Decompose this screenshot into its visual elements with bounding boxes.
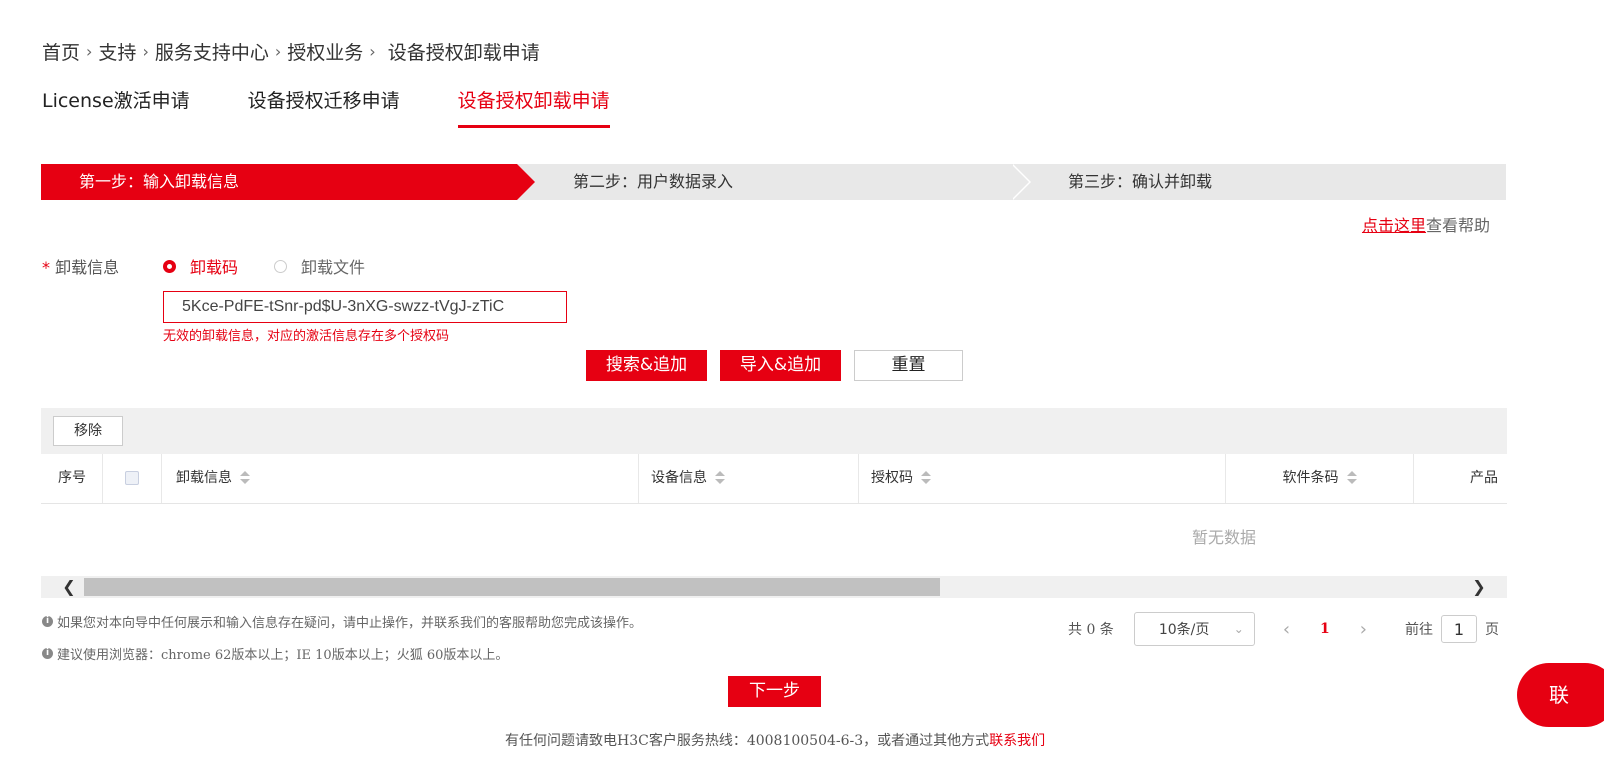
info-icon: i — [42, 616, 53, 627]
page-number-current[interactable]: 1 — [1320, 621, 1330, 637]
sort-icon[interactable] — [240, 471, 250, 485]
breadcrumb-support[interactable]: 支持 — [98, 38, 136, 65]
col-software-barcode-label: 软件条码 — [1282, 470, 1339, 486]
uninstall-info-label: * 卸载信息 — [42, 254, 119, 278]
scroll-left-icon[interactable]: ❮ — [55, 578, 83, 596]
page-size-select[interactable]: 10条/页 ⌄ — [1133, 612, 1255, 646]
floating-contact-button[interactable]: 联 — [1517, 663, 1604, 727]
radio-uninstall-file[interactable]: 卸载文件 — [274, 254, 365, 278]
uninstall-info-label-text: 卸载信息 — [55, 258, 120, 277]
col-license-code-label: 授权码 — [871, 470, 913, 486]
step-2-separator-inner — [1011, 164, 1029, 200]
import-add-button[interactable]: 导入&追加 — [720, 350, 841, 381]
tab-license-activation[interactable]: License激活申请 — [42, 86, 190, 128]
radio-unchecked-icon[interactable] — [274, 259, 288, 273]
horizontal-scrollbar[interactable]: ❮ ❯ — [41, 578, 1507, 596]
step-1-label: 第一步：输入卸载信息 — [79, 172, 240, 191]
select-all-checkbox[interactable] — [125, 471, 139, 485]
tab-bar: License激活申请 设备授权迁移申请 设备授权卸载申请 — [42, 86, 668, 128]
col-uninstall-info[interactable]: 卸载信息 — [162, 454, 639, 503]
sort-icon[interactable] — [1346, 471, 1357, 485]
breadcrumb-separator: › — [86, 42, 93, 61]
info-icon: i — [42, 648, 53, 659]
note-browser-requirement-text: 建议使用浏览器：chrome 62版本以上；IE 10版本以上；火狐 60版本以… — [57, 648, 509, 663]
page-size-value: 10条/页 — [1158, 622, 1210, 638]
col-license-code[interactable]: 授权码 — [859, 454, 1226, 503]
contact-us-link[interactable]: 联系我们 — [989, 733, 1045, 749]
help-suffix: 查看帮助 — [1425, 216, 1490, 235]
empty-data-text: 暂无数据 — [1192, 528, 1257, 547]
col-select-all — [103, 454, 162, 503]
scroll-right-icon[interactable]: ❯ — [1465, 578, 1493, 596]
breadcrumb-separator: › — [142, 42, 149, 61]
breadcrumb-home[interactable]: 首页 — [42, 38, 80, 65]
step-progress-bar: 第一步：输入卸载信息 第二步：用户数据录入 第三步：确认并卸载 — [41, 164, 1506, 200]
breadcrumb-license-business[interactable]: 授权业务 — [287, 38, 363, 65]
breadcrumb-service-center[interactable]: 服务支持中心 — [155, 38, 269, 65]
radio-uninstall-code-label: 卸载码 — [190, 258, 239, 277]
goto-page-input[interactable] — [1440, 615, 1477, 643]
total-count: 共 0 条 — [1068, 622, 1114, 638]
tab-license-migration[interactable]: 设备授权迁移申请 — [248, 86, 400, 128]
table-header: 序号 卸载信息 设备信息 授权码 软件条码 产品 — [41, 454, 1507, 504]
goto-suffix: 页 — [1484, 622, 1499, 638]
step-2-label: 第二步：用户数据录入 — [573, 172, 734, 191]
col-device-info[interactable]: 设备信息 — [639, 454, 859, 503]
col-index-label: 序号 — [58, 470, 86, 486]
uninstall-code-input[interactable] — [163, 291, 567, 323]
chevron-down-icon: ⌄ — [1233, 622, 1244, 636]
col-software-barcode[interactable]: 软件条码 — [1226, 454, 1414, 503]
table-body: 暂无数据 — [41, 504, 1507, 576]
col-index: 序号 — [41, 454, 103, 503]
col-device-info-label: 设备信息 — [651, 470, 707, 486]
col-product[interactable]: 产品 — [1414, 454, 1507, 503]
radio-uninstall-file-label: 卸载文件 — [301, 258, 366, 277]
footer-contact: 有任何问题请致电H3C客户服务热线：4008100504-6-3，或者通过其他方… — [505, 730, 1045, 750]
required-mark: * — [42, 258, 50, 277]
note-browser-requirement: i 建议使用浏览器：chrome 62版本以上；IE 10版本以上；火狐 60版… — [42, 644, 508, 663]
col-uninstall-info-label: 卸载信息 — [176, 470, 232, 486]
breadcrumb-current: 设备授权卸载申请 — [387, 42, 540, 64]
uninstall-table: 移除 序号 卸载信息 设备信息 授权码 软件条码 产品 暂无数据 ❮ ❯ — [41, 408, 1507, 598]
help-link[interactable]: 点击这里 — [1362, 216, 1426, 235]
radio-checked-icon[interactable] — [163, 259, 176, 273]
help-text: 点击这里查看帮助 — [1362, 212, 1490, 236]
step-1-arrow — [517, 164, 535, 200]
reset-button[interactable]: 重置 — [854, 350, 963, 381]
breadcrumb: 首页 › 支持 › 服务支持中心 › 授权业务 › 设备授权卸载申请 — [42, 38, 540, 65]
tab-license-uninstall[interactable]: 设备授权卸载申请 — [457, 86, 610, 128]
goto-prefix: 前往 — [1404, 622, 1433, 638]
sort-icon[interactable] — [921, 471, 931, 485]
footer-text: 有任何问题请致电H3C客户服务热线：4008100504-6-3，或者通过其他方… — [505, 733, 990, 749]
scrollbar-thumb[interactable] — [84, 578, 940, 596]
sort-icon[interactable] — [715, 471, 725, 485]
remove-button[interactable]: 移除 — [53, 416, 123, 446]
next-page-icon[interactable]: › — [1360, 619, 1367, 640]
search-add-button[interactable]: 搜索&追加 — [586, 350, 707, 381]
note-contact-support-text: 如果您对本向导中任何展示和输入信息存在疑问，请中止操作，并联系我们的客服帮助您完… — [57, 616, 643, 631]
prev-page-icon[interactable]: ‹ — [1283, 619, 1290, 640]
col-product-label: 产品 — [1470, 470, 1498, 486]
next-step-button[interactable]: 下一步 — [728, 676, 821, 707]
validation-error-message: 无效的卸载信息，对应的激活信息存在多个授权码 — [163, 329, 450, 344]
breadcrumb-separator: › — [274, 42, 282, 61]
pagination: 共 0 条 10条/页 ⌄ ‹ 1 › 前往 页 — [1068, 612, 1499, 646]
note-contact-support: i 如果您对本向导中任何展示和输入信息存在疑问，请中止操作，并联系我们的客服帮助… — [42, 612, 642, 631]
step-3-label: 第三步：确认并卸载 — [1068, 172, 1213, 191]
radio-uninstall-code[interactable]: 卸载码 — [163, 254, 238, 278]
breadcrumb-separator: › — [369, 42, 376, 61]
uninstall-type-radio-group: 卸载码 卸载文件 — [163, 254, 401, 278]
